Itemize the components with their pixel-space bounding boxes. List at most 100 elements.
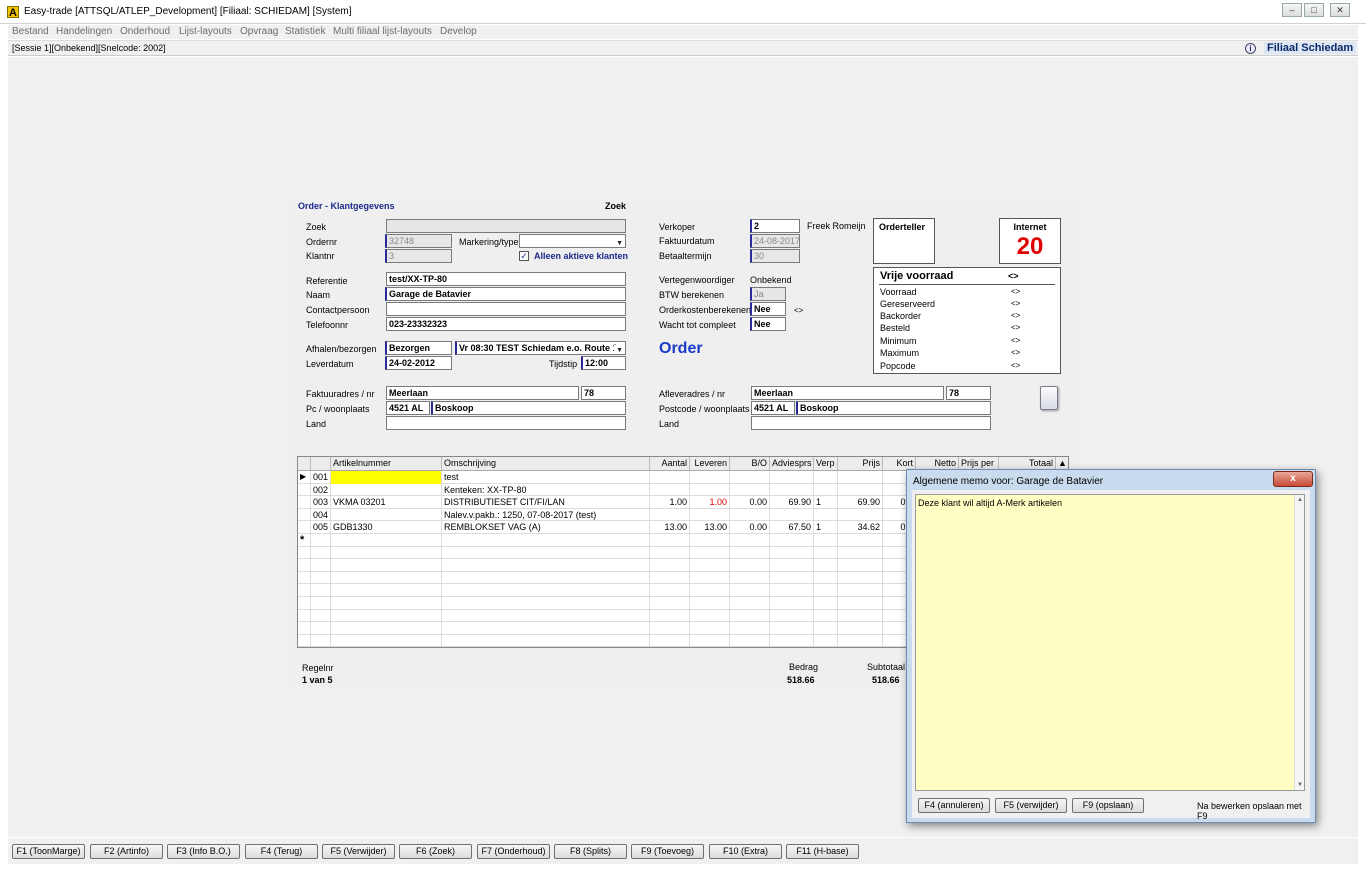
grid-header-adviesprs[interactable]: Adviesprs (770, 457, 814, 471)
cell-leveren[interactable]: 1.00 (690, 496, 730, 509)
cell-aantal[interactable] (650, 534, 690, 547)
cell-art[interactable] (331, 622, 442, 635)
cell-advies[interactable] (770, 471, 814, 484)
cell-bo[interactable]: 0.00 (730, 496, 770, 509)
f6-button[interactable]: F6 (Zoek) (399, 844, 472, 859)
cell-verp[interactable] (814, 471, 838, 484)
cell-bo[interactable] (730, 634, 770, 647)
cell-nr[interactable] (311, 559, 331, 572)
cell-advies[interactable] (770, 609, 814, 623)
scroll-up-icon[interactable]: ▲ (1297, 497, 1303, 503)
grid-header-aantal[interactable]: Aantal (650, 457, 690, 471)
cell-nr[interactable]: 004 (311, 508, 331, 522)
memo-save-button[interactable]: F9 (opslaan) (1072, 798, 1144, 813)
scroll-down-icon[interactable]: ▼ (1297, 782, 1303, 788)
f3-button[interactable]: F3 (Info B.O.) (167, 844, 240, 859)
cell-advies[interactable] (770, 584, 814, 597)
orderkosten-input[interactable]: Nee (750, 302, 786, 316)
cell-art[interactable] (331, 571, 442, 585)
cell-oms[interactable] (442, 622, 650, 635)
aflever-land-input[interactable] (751, 416, 991, 430)
cell-advies[interactable] (770, 571, 814, 585)
cell-aantal[interactable] (650, 546, 690, 560)
f9-button[interactable]: F9 (Toevoeg) (631, 844, 704, 859)
cell-aantal[interactable] (650, 634, 690, 647)
cell-leveren[interactable] (690, 546, 730, 560)
grid-header-prijs[interactable]: Prijs (838, 457, 883, 471)
cell-nr[interactable] (311, 571, 331, 585)
cell-oms[interactable]: REMBLOKSET VAG (A) (442, 521, 650, 534)
cell-bo[interactable] (730, 571, 770, 585)
cell-prijs[interactable] (838, 634, 883, 647)
route-select[interactable]: Vr 08:30 TEST Schiedam e.o. Route 1 ▼ (455, 341, 626, 355)
cell-advies[interactable] (770, 622, 814, 635)
cell-nr[interactable]: 002 (311, 483, 331, 497)
cell-art[interactable] (331, 597, 442, 610)
grid-header-verp[interactable]: Verp (814, 457, 838, 471)
memo-document-icon[interactable] (1040, 386, 1058, 410)
cell-art[interactable]: GDB1330 (331, 521, 442, 534)
cell-leveren[interactable] (690, 634, 730, 647)
cell-prijs[interactable] (838, 597, 883, 610)
cell-art[interactable]: VKMA 03201 (331, 496, 442, 509)
alleen-aktief-checkbox[interactable]: ✓ (519, 251, 529, 261)
cell-verp[interactable] (814, 634, 838, 647)
menu-bestand[interactable]: Bestand (12, 26, 49, 37)
cell-prijs[interactable] (838, 609, 883, 623)
memo-delete-button[interactable]: F5 (verwijder) (995, 798, 1067, 813)
cell-verp[interactable] (814, 559, 838, 572)
cell-art[interactable] (331, 471, 442, 484)
cell-oms[interactable] (442, 597, 650, 610)
cell-leveren[interactable] (690, 471, 730, 484)
f11-button[interactable]: F11 (H-base) (786, 844, 859, 859)
cell-aantal[interactable]: 1.00 (650, 496, 690, 509)
cell-bo[interactable]: 0.00 (730, 521, 770, 534)
markering-select[interactable]: ▼ (519, 234, 626, 248)
cell-advies[interactable]: 67.50 (770, 521, 814, 534)
zoek-input[interactable] (386, 219, 626, 233)
cell-advies[interactable] (770, 597, 814, 610)
cell-verp[interactable] (814, 508, 838, 522)
leverdatum-input[interactable]: 24-02-2012 (385, 356, 452, 370)
cell-advies[interactable] (770, 634, 814, 647)
cell-oms[interactable] (442, 584, 650, 597)
faktuur-nr-input[interactable]: 78 (581, 386, 626, 400)
close-window-button[interactable]: ✕ (1330, 3, 1350, 17)
cell-oms[interactable] (442, 609, 650, 623)
f2-button[interactable]: F2 (Artinfo) (90, 844, 163, 859)
verkoper-input[interactable]: 2 (750, 219, 800, 233)
cell-verp[interactable] (814, 483, 838, 497)
faktuur-land-input[interactable] (386, 416, 626, 430)
cell-art[interactable] (331, 483, 442, 497)
cell-prijs[interactable] (838, 534, 883, 547)
contactpersoon-input[interactable] (386, 302, 626, 316)
cell-art[interactable] (331, 559, 442, 572)
cell-prijs[interactable] (838, 559, 883, 572)
menu-onderhoud[interactable]: Onderhoud (120, 26, 170, 37)
cell-advies[interactable]: 69.90 (770, 496, 814, 509)
cell-advies[interactable] (770, 508, 814, 522)
menu-develop[interactable]: Develop (440, 26, 477, 37)
menu-handelingen[interactable]: Handelingen (56, 26, 112, 37)
cell-art[interactable] (331, 609, 442, 623)
close-icon[interactable]: x (1273, 471, 1313, 487)
cell-bo[interactable] (730, 622, 770, 635)
cell-leveren[interactable] (690, 609, 730, 623)
cell-aantal[interactable] (650, 571, 690, 585)
telefoonnr-input[interactable]: 023-23332323 (386, 317, 626, 331)
cell-bo[interactable] (730, 483, 770, 497)
cell-verp[interactable] (814, 534, 838, 547)
cell-aantal[interactable] (650, 559, 690, 572)
menu-statistiek[interactable]: Statistiek (285, 26, 326, 37)
cell-leveren[interactable] (690, 622, 730, 635)
cell-prijs[interactable]: 69.90 (838, 496, 883, 509)
cell-prijs[interactable] (838, 622, 883, 635)
cell-bo[interactable] (730, 534, 770, 547)
cell-aantal[interactable] (650, 471, 690, 484)
cell-bo[interactable] (730, 546, 770, 560)
cell-aantal[interactable] (650, 622, 690, 635)
cell-aantal[interactable] (650, 584, 690, 597)
memo-cancel-button[interactable]: F4 (annuleren) (918, 798, 990, 813)
cell-advies[interactable] (770, 534, 814, 547)
cell-nr[interactable] (311, 584, 331, 597)
